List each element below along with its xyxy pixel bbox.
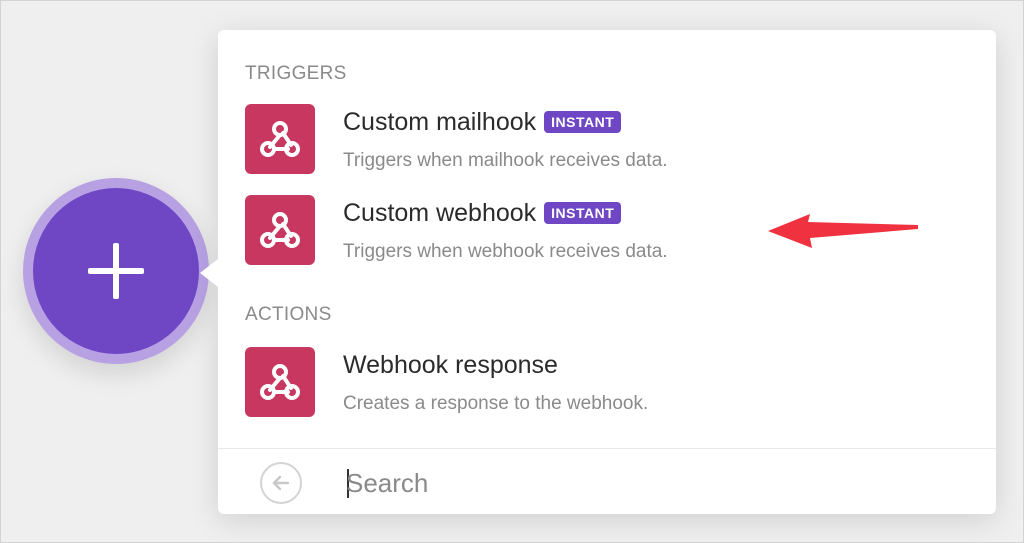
item-description: Triggers when mailhook receives data. bbox=[343, 150, 668, 171]
popover-pointer bbox=[200, 259, 218, 287]
actions-section-label: ACTIONS bbox=[245, 304, 332, 325]
webhook-icon bbox=[245, 347, 315, 417]
instant-badge: INSTANT bbox=[544, 111, 622, 133]
plus-icon bbox=[88, 243, 144, 299]
add-module-button[interactable] bbox=[23, 178, 209, 364]
item-title: Webhook response bbox=[343, 351, 558, 379]
action-item-webhook-response[interactable]: Webhook response Creates a response to t… bbox=[245, 347, 945, 421]
arrow-left-icon bbox=[272, 475, 290, 491]
webhook-icon bbox=[245, 195, 315, 265]
instant-badge: INSTANT bbox=[544, 202, 622, 224]
module-picker-panel: TRIGGERS Custom mailhook INSTANT Triggers… bbox=[218, 30, 996, 514]
item-description: Creates a response to the webhook. bbox=[343, 393, 649, 414]
webhook-icon bbox=[245, 104, 315, 174]
add-module-button-inner[interactable] bbox=[33, 188, 199, 354]
search-bar bbox=[218, 448, 996, 515]
item-description: Triggers when webhook receives data. bbox=[343, 241, 668, 262]
item-title: Custom mailhook INSTANT bbox=[343, 108, 622, 137]
back-button[interactable] bbox=[260, 462, 302, 504]
triggers-section-label: TRIGGERS bbox=[245, 63, 347, 84]
item-title: Custom webhook INSTANT bbox=[343, 199, 622, 228]
red-arrow-icon bbox=[768, 214, 918, 248]
search-input[interactable] bbox=[346, 463, 946, 503]
trigger-item-custom-mailhook[interactable]: Custom mailhook INSTANT Triggers when mai… bbox=[245, 104, 945, 178]
